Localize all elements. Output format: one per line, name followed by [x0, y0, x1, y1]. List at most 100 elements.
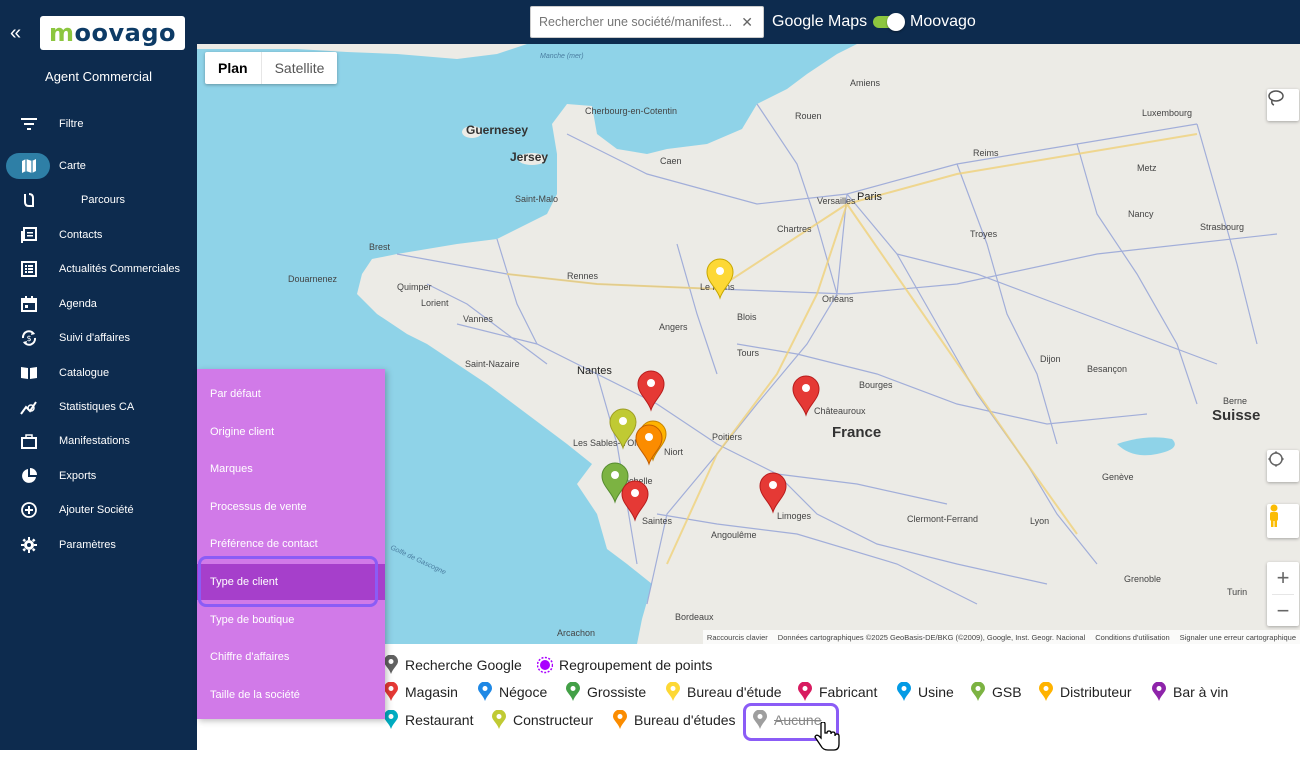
- close-icon[interactable]: ✕: [741, 14, 753, 31]
- map-pin-icon: [798, 682, 812, 701]
- legend-item[interactable]: Recherche Google: [383, 655, 522, 675]
- dropdown-item-type-de-boutique[interactable]: Type de boutique: [197, 602, 385, 638]
- label-jersey: Jersey: [510, 150, 548, 164]
- cluster-icon: [537, 656, 553, 674]
- dropdown-item-marques[interactable]: Marques: [197, 451, 385, 487]
- dropdown-item-origine-client[interactable]: Origine client: [197, 414, 385, 450]
- nav-label: Agenda: [59, 298, 97, 310]
- nav-parcours[interactable]: Parcours: [0, 185, 197, 215]
- map-icon: [20, 157, 38, 175]
- nav-catalogue[interactable]: Catalogue: [0, 358, 197, 388]
- label-quimper: Quimper: [397, 282, 432, 292]
- type-de-client-highlight: [198, 556, 378, 607]
- label-reims: Reims: [973, 148, 999, 158]
- legend-item[interactable]: Restaurant: [383, 710, 473, 730]
- label-berne: Berne: [1223, 396, 1247, 406]
- fullscreen-icon[interactable]: [1267, 450, 1299, 482]
- dropdown-item-taille-de-la-societe[interactable]: Taille de la société: [197, 677, 385, 713]
- label-angers: Angers: [659, 322, 688, 332]
- label-brest: Brest: [369, 242, 391, 252]
- map-pin-icon: [666, 682, 680, 701]
- label-versailles: Versailles: [817, 196, 856, 206]
- lasso-icon[interactable]: [1267, 89, 1299, 121]
- user-role: Agent Commercial: [45, 69, 152, 84]
- label-chartres: Chartres: [777, 224, 812, 234]
- label-paris: Paris: [857, 191, 883, 203]
- map-pin-icon: [478, 682, 492, 701]
- legend-item[interactable]: Constructeur: [491, 710, 593, 730]
- color-by-dropdown: Par défaut Origine client Marques Proces…: [197, 369, 385, 719]
- attribution-keyboard[interactable]: Raccourcis clavier: [707, 633, 768, 642]
- map-pin-icon: [1039, 682, 1053, 701]
- toggle-label-moovago: Moovago: [910, 13, 976, 30]
- label-arcachon: Arcachon: [557, 628, 595, 638]
- legend-item[interactable]: Regroupement de points: [537, 655, 712, 675]
- filter-label: Filtre: [59, 118, 84, 130]
- label-grenoble: Grenoble: [1124, 574, 1161, 584]
- map-pin-icon: [897, 682, 911, 701]
- hand-cursor-icon: [812, 721, 842, 757]
- label-amiens: Amiens: [850, 78, 881, 88]
- double-chevron-left-icon[interactable]: «: [10, 22, 21, 45]
- map-pin-icon: [566, 682, 580, 701]
- nav-contacts[interactable]: Contacts: [0, 220, 197, 250]
- zoom-out-button[interactable]: −: [1277, 595, 1290, 626]
- dropdown-item-chiffre-daffaires[interactable]: Chiffre d'affaires: [197, 639, 385, 675]
- map-type-plan[interactable]: Plan: [205, 52, 262, 84]
- label-luxembourg: Luxembourg: [1142, 108, 1192, 118]
- sync-icon: $: [20, 329, 38, 347]
- svg-text:$: $: [26, 334, 31, 343]
- dropdown-item-processus-de-vente[interactable]: Processus de vente: [197, 489, 385, 525]
- toggle-knob: [887, 13, 905, 31]
- map-type-satellite[interactable]: Satellite: [262, 52, 338, 84]
- label-vannes: Vannes: [463, 314, 493, 324]
- label-nantes: Nantes: [577, 365, 612, 377]
- nav-suivi[interactable]: $ Suivi d'affaires: [0, 323, 197, 353]
- legend-item[interactable]: Usine: [896, 682, 954, 702]
- attribution-report[interactable]: Signaler une erreur cartographique: [1180, 633, 1296, 642]
- nav-exports[interactable]: Exports: [0, 461, 197, 491]
- nav-agenda[interactable]: Agenda: [0, 289, 197, 319]
- legend-label: Bureau d'études: [634, 712, 736, 728]
- legend-item[interactable]: GSB: [970, 682, 1022, 702]
- search-input[interactable]: [531, 7, 731, 37]
- filter-button[interactable]: Filtre: [0, 109, 197, 139]
- legend-item[interactable]: Bar à vin: [1151, 682, 1228, 702]
- nav-label: Exports: [59, 470, 97, 482]
- zoom-control: + −: [1267, 562, 1299, 626]
- nav-carte[interactable]: Carte: [0, 151, 197, 181]
- legend-item[interactable]: Distributeur: [1038, 682, 1132, 702]
- legend-label: Regroupement de points: [559, 657, 713, 673]
- nav-actualites[interactable]: Actualités Commerciales: [0, 254, 197, 284]
- label-chateauroux: Châteauroux: [814, 406, 866, 416]
- legend-label: GSB: [992, 684, 1022, 700]
- nav-label: Catalogue: [59, 367, 110, 379]
- nav-statistiques[interactable]: Statistiques CA: [0, 392, 197, 422]
- map-source-toggle[interactable]: [873, 13, 905, 31]
- legend-item[interactable]: Bureau d'étude: [665, 682, 782, 702]
- search-box: ✕: [530, 6, 764, 38]
- legend-item[interactable]: Bureau d'études: [612, 710, 736, 730]
- label-geneve: Genève: [1102, 472, 1134, 482]
- nav-label: Contacts: [59, 229, 103, 241]
- zoom-in-button[interactable]: +: [1277, 562, 1290, 594]
- label-strasbourg: Strasbourg: [1200, 222, 1244, 232]
- dropdown-item-par-defaut[interactable]: Par défaut: [197, 376, 385, 412]
- nav-manifestations[interactable]: Manifestations: [0, 426, 197, 456]
- legend-label: Bureau d'étude: [687, 684, 782, 700]
- label-orleans: Orléans: [822, 294, 854, 304]
- pegman-icon[interactable]: [1267, 504, 1299, 538]
- legend-item[interactable]: Magasin: [383, 682, 458, 702]
- attribution-terms[interactable]: Conditions d'utilisation: [1095, 633, 1169, 642]
- legend-label: Négoce: [499, 684, 548, 700]
- legend-item[interactable]: Grossiste: [565, 682, 646, 702]
- nav-parametres[interactable]: Paramètres: [0, 530, 197, 560]
- legend-item[interactable]: Fabricant: [797, 682, 877, 702]
- nav-ajouter-societe[interactable]: Ajouter Société: [0, 495, 197, 525]
- legend-item[interactable]: Négoce: [477, 682, 547, 702]
- legend-label: Grossiste: [587, 684, 647, 700]
- label-saint-nazaire: Saint-Nazaire: [465, 359, 520, 369]
- news-icon: [20, 260, 38, 278]
- label-cherbourg: Cherbourg-en-Cotentin: [585, 106, 677, 116]
- legend-label: Recherche Google: [405, 657, 522, 673]
